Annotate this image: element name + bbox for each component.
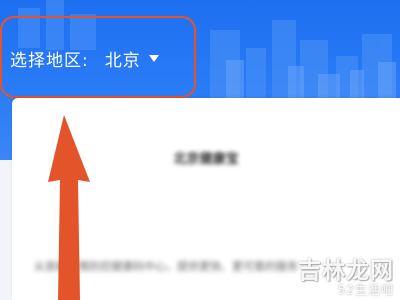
watermark: 吉林龙网 52生活吧 (298, 259, 394, 296)
watermark-main: 吉林龙网 (298, 257, 394, 284)
card-title: 北京健康宝 (173, 152, 239, 167)
annotation-highlight-box (0, 16, 196, 98)
watermark-sub: 52生活吧 (337, 283, 394, 297)
